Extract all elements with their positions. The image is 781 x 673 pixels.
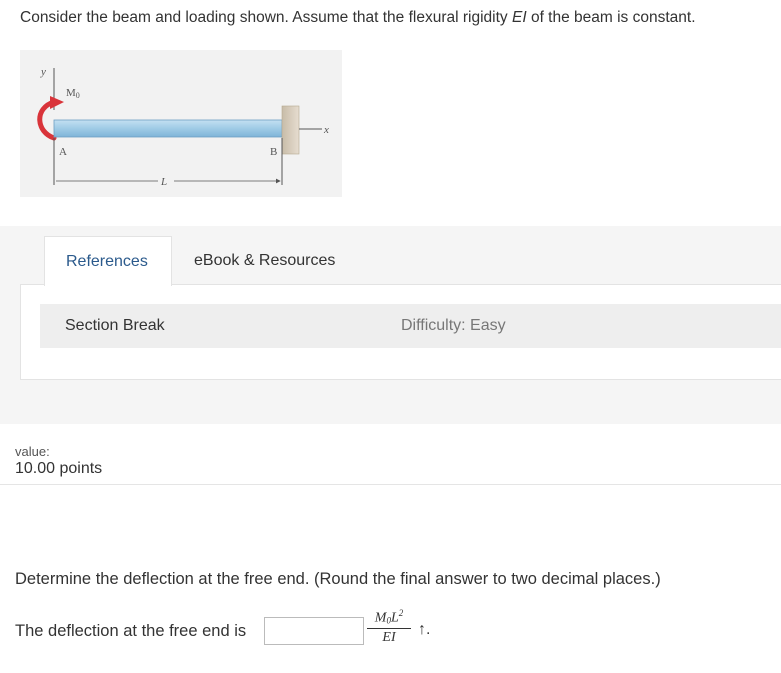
- intro-suffix: of the beam is constant.: [526, 9, 696, 26]
- points-value: 10.00 points: [15, 460, 103, 477]
- answer-label: The deflection at the free end is: [15, 622, 247, 640]
- point-b-label: B: [270, 146, 277, 158]
- beam-diagram: y M0 x A B L: [37, 66, 329, 188]
- intro-prefix: Consider the beam and loading shown. Ass…: [20, 9, 512, 26]
- tab-references-label: References: [66, 253, 148, 270]
- unit-fraction: M0L2 EI: [367, 608, 411, 646]
- beam-figure: y M0 x A B L: [20, 50, 342, 197]
- length-label: L: [160, 176, 167, 188]
- unit-denominator: EI: [382, 629, 396, 645]
- section-break-label: Section Break: [65, 317, 165, 334]
- tab-ebook-resources[interactable]: eBook & Resources: [194, 252, 335, 270]
- point-a-label: A: [59, 146, 67, 158]
- deflection-answer-input[interactable]: [264, 617, 364, 645]
- difficulty-label: Difficulty: Easy: [401, 317, 506, 334]
- intro-variable: EI: [511, 9, 527, 26]
- moment-label: M0: [66, 87, 80, 100]
- fixed-support-wall: [281, 105, 300, 155]
- section-break-row: Section Break Difficulty: Easy: [40, 304, 781, 348]
- x-axis-label: x: [323, 124, 329, 136]
- y-axis-label: y: [40, 66, 46, 78]
- direction-arrow-icon: ↑.: [418, 621, 431, 638]
- unit-numerator: M0L2: [367, 608, 411, 629]
- moment-arrowhead-icon: [50, 96, 64, 109]
- question-text: Determine the deflection at the free end…: [15, 570, 661, 588]
- divider: [0, 484, 781, 485]
- problem-intro: Consider the beam and loading shown. Ass…: [20, 9, 780, 27]
- beam: [53, 119, 283, 138]
- value-label: value:: [15, 444, 50, 459]
- tab-references[interactable]: References: [44, 236, 172, 286]
